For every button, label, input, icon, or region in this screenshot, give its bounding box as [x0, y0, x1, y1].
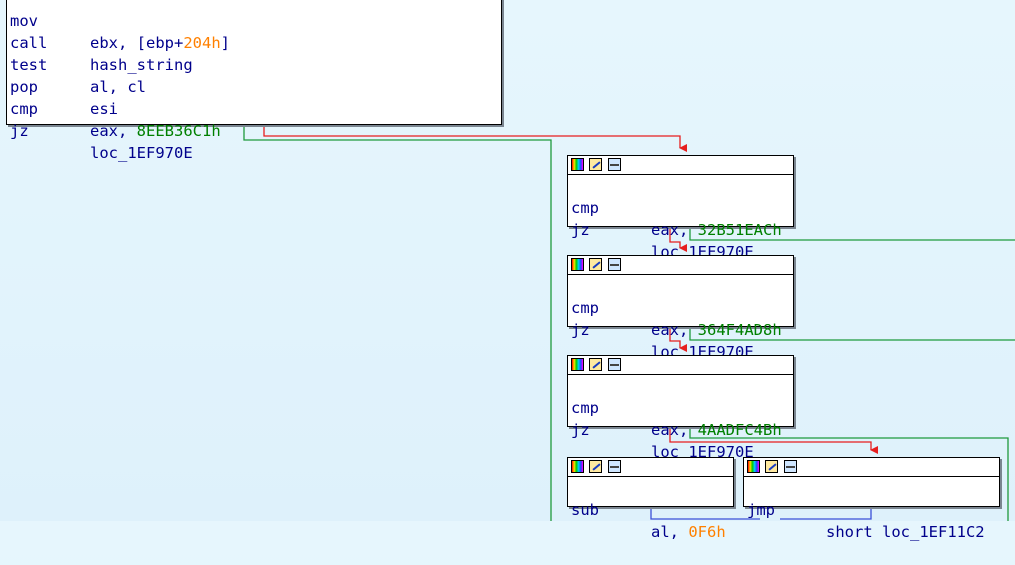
operand: al, 0F6h — [651, 523, 726, 541]
mnemonic: jz — [10, 122, 29, 140]
block-header — [568, 458, 733, 477]
color-palette-icon[interactable] — [571, 358, 584, 371]
pencil-icon[interactable] — [765, 460, 778, 473]
block-header — [568, 356, 793, 375]
graph-icon[interactable] — [608, 258, 621, 271]
color-palette-icon[interactable] — [747, 460, 760, 473]
operand: eax, 32B51EACh — [651, 221, 782, 239]
mnemonic: sub — [571, 501, 599, 519]
instruction-row[interactable]: jz loc_1EF970E — [568, 397, 793, 461]
code-block-2[interactable]: cmp eax, 32B51EACh jz loc_1EF970E — [567, 155, 794, 261]
instruction-row[interactable]: jz loc_1EF970E — [568, 297, 793, 361]
operand: eax, 364F4AD8h — [651, 321, 782, 339]
color-palette-icon[interactable] — [571, 460, 584, 473]
code-block-3[interactable]: cmp eax, 364F4AD8h jz loc_1EF970E — [567, 255, 794, 361]
operand: eax, 8EEB36C1h — [90, 122, 221, 140]
graph-icon[interactable] — [608, 158, 621, 171]
mnemonic: jmp — [747, 501, 775, 519]
edge-block6-out — [780, 506, 872, 520]
graph-icon[interactable] — [784, 460, 797, 473]
instruction-row[interactable]: test al, cl — [7, 32, 501, 96]
instruction-row[interactable]: cmp eax, 8EEB36C1h — [7, 76, 501, 140]
instruction-row[interactable]: jmp short loc_1EF11C2 — [744, 477, 999, 541]
edge-block1-to-block2 — [263, 124, 687, 152]
jump-target-label[interactable]: short loc_1EF11C2 — [826, 521, 985, 543]
pencil-icon[interactable] — [589, 358, 602, 371]
pencil-icon[interactable] — [589, 158, 602, 171]
code-block-1[interactable]: mov ebx, [ebp+204h] call hash_string tes… — [6, 0, 502, 162]
mnemonic: jz — [571, 221, 590, 239]
code-block-5[interactable]: sub al, 0F6h — [567, 457, 734, 541]
instruction-row[interactable]: jz loc_1EF970E — [7, 98, 501, 162]
operand: eax, 4AADFC4Bh — [651, 421, 782, 439]
mnemonic: jz — [571, 321, 590, 339]
color-palette-icon[interactable] — [571, 158, 584, 171]
mnemonic: jz — [571, 421, 590, 439]
code-block-6[interactable]: jmp short loc_1EF11C2 — [743, 457, 1000, 541]
block-header — [568, 256, 793, 275]
instruction-row[interactable]: jz loc_1EF970E — [568, 197, 793, 261]
instruction-row[interactable]: mov ebx, [ebp+204h] — [7, 0, 501, 52]
graph-icon[interactable] — [608, 358, 621, 371]
code-block-4[interactable]: cmp eax, 4AADFC4Bh jz loc_1EF970E — [567, 355, 794, 461]
block-header — [568, 156, 793, 175]
instruction-row[interactable]: cmp eax, 4AADFC4Bh — [568, 375, 793, 439]
graph-icon[interactable] — [608, 460, 621, 473]
color-palette-icon[interactable] — [571, 258, 584, 271]
instruction-row[interactable]: call hash_string — [7, 10, 501, 74]
edge-block1-false — [243, 124, 552, 521]
jump-target-label[interactable]: loc_1EF970E — [90, 142, 193, 164]
instruction-row[interactable]: cmp eax, 364F4AD8h — [568, 275, 793, 339]
instruction-row[interactable]: pop esi — [7, 54, 501, 118]
block-header — [744, 458, 999, 477]
instruction-row[interactable]: cmp eax, 32B51EACh — [568, 175, 793, 239]
pencil-icon[interactable] — [589, 460, 602, 473]
instruction-row[interactable]: sub al, 0F6h — [568, 477, 733, 541]
pencil-icon[interactable] — [589, 258, 602, 271]
